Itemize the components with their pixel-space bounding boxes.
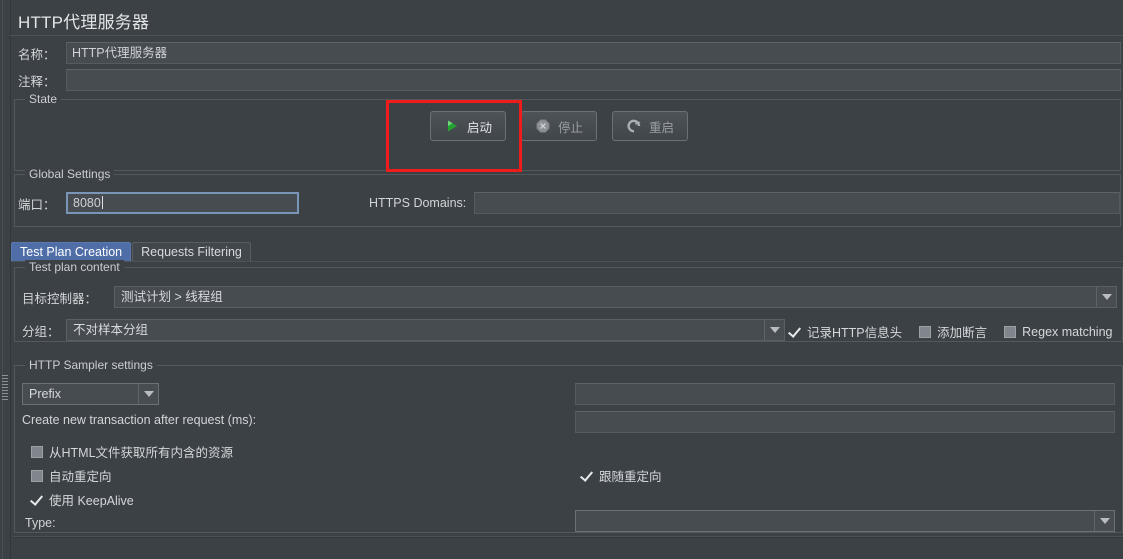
create-transaction-label: Create new transaction after request (ms…: [22, 413, 257, 427]
tab-test-plan-creation[interactable]: Test Plan Creation: [11, 242, 132, 262]
split-pane-divider[interactable]: [0, 0, 11, 559]
checkbox-label: 自动重定向: [49, 470, 112, 484]
type-label: Type:: [25, 516, 56, 530]
checkbox-label: 从HTML文件获取所有内含的资源: [49, 446, 234, 460]
test-plan-content-group-title: Test plan content: [25, 260, 124, 274]
port-input[interactable]: 8080: [66, 192, 299, 214]
tab-underline: [11, 261, 1123, 262]
restart-icon: [626, 118, 642, 134]
prefix-mode-value: Prefix: [29, 387, 61, 401]
comment-input[interactable]: [66, 69, 1121, 91]
text-caret: [101, 196, 103, 209]
state-group: State 启动 停止 重启: [14, 92, 1121, 171]
checkbox-use-keepalive[interactable]: 使用 KeepAlive: [31, 490, 134, 509]
state-buttons: 启动 停止 重启: [430, 111, 689, 141]
checkbox-box: [31, 494, 43, 506]
split-pane-grip[interactable]: [2, 375, 8, 401]
checkbox-label: 使用 KeepAlive: [49, 494, 134, 508]
chevron-down-icon[interactable]: [1094, 511, 1114, 531]
checkbox-label: Regex matching: [1022, 324, 1113, 339]
stop-button-label: 停止: [558, 120, 584, 135]
global-settings-group-title: Global Settings: [25, 167, 115, 181]
http-proxy-server-panel: HTTP代理服务器 名称： HTTP代理服务器 注释： State 启动 停止 …: [0, 0, 1123, 559]
state-group-title: State: [25, 92, 62, 106]
page-title: HTTP代理服务器: [18, 13, 150, 32]
checkbox-label: 添加断言: [937, 326, 988, 340]
checkbox-follow-redirects[interactable]: 跟随重定向: [581, 466, 662, 485]
checkbox-box: [581, 470, 593, 482]
grouping-value: 不对样本分组: [73, 323, 149, 337]
chevron-down-icon[interactable]: [764, 320, 784, 340]
checkbox-label: 跟随重定向: [599, 470, 662, 484]
test-plan-checkbox-group: 记录HTTP信息头 添加断言 Regex matching: [789, 322, 1112, 341]
prefix-mode-combo[interactable]: Prefix: [22, 383, 159, 405]
target-controller-combo[interactable]: 测试计划 > 线程组: [114, 286, 1117, 308]
chevron-down-icon[interactable]: [1096, 287, 1116, 307]
checkbox-box: [1004, 325, 1017, 338]
checkbox-regex-matching[interactable]: Regex matching: [1004, 325, 1112, 339]
name-label: 名称：: [18, 47, 56, 62]
start-button[interactable]: 启动: [430, 111, 507, 141]
tabstrip: Test Plan Creation Requests Filtering: [11, 241, 252, 262]
prefix-input[interactable]: [575, 383, 1115, 405]
https-domains-input[interactable]: [474, 192, 1121, 214]
port-row: 端口： 8080: [18, 192, 299, 214]
comment-row: 注释：: [18, 69, 1123, 91]
restart-button[interactable]: 重启: [612, 111, 689, 141]
title-divider: [10, 35, 1123, 36]
start-button-label: 启动: [467, 120, 493, 135]
port-label: 端口：: [18, 197, 56, 212]
grouping-combo[interactable]: 不对样本分组: [66, 319, 785, 341]
https-domains-row: HTTPS Domains:: [369, 192, 1121, 214]
checkbox-label: 记录HTTP信息头: [807, 326, 903, 340]
comment-label: 注释：: [18, 74, 56, 89]
name-input[interactable]: HTTP代理服务器: [66, 42, 1121, 64]
checkbox-retrieve-embedded-resources[interactable]: 从HTML文件获取所有内含的资源: [31, 442, 233, 461]
grouping-row: 分组： 不对样本分组: [22, 319, 785, 341]
stop-button[interactable]: 停止: [521, 111, 598, 141]
checkbox-box: [789, 326, 801, 338]
checkbox-box: [31, 445, 43, 458]
stop-icon: [535, 118, 551, 134]
checkbox-box: [919, 325, 932, 338]
checkbox-auto-redirect[interactable]: 自动重定向: [31, 466, 112, 485]
target-controller-value: 测试计划 > 线程组: [121, 290, 223, 304]
tab-requests-filtering[interactable]: Requests Filtering: [132, 242, 251, 262]
checkbox-box: [31, 469, 43, 482]
play-icon: [444, 118, 460, 134]
type-combo[interactable]: [575, 510, 1115, 532]
https-domains-label: HTTPS Domains:: [369, 196, 467, 210]
checkbox-add-assertions[interactable]: 添加断言: [919, 322, 987, 341]
http-sampler-settings-group-title: HTTP Sampler settings: [25, 358, 157, 372]
grouping-label: 分组：: [22, 324, 60, 339]
chevron-down-icon[interactable]: [138, 384, 158, 404]
name-row: 名称： HTTP代理服务器: [18, 42, 1123, 64]
create-transaction-input[interactable]: [575, 411, 1115, 433]
bottom-divider-shadow: [14, 537, 1123, 538]
target-controller-label: 目标控制器：: [22, 291, 98, 306]
restart-button-label: 重启: [649, 120, 675, 135]
target-controller-row: 目标控制器： 测试计划 > 线程组: [22, 286, 1117, 308]
checkbox-record-http-headers[interactable]: 记录HTTP信息头: [789, 322, 902, 341]
